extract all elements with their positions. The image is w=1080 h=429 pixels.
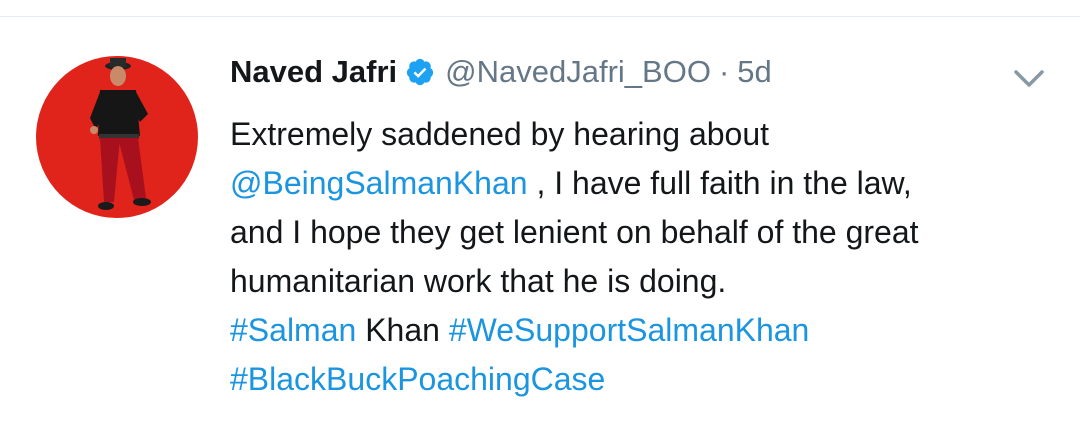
hashtag-link[interactable]: #WeSupportSalmanKhan — [449, 312, 810, 348]
tweet-line: Extremely saddened by hearing about — [230, 116, 770, 152]
tweet-line: #BlackBuckPoachingCase — [230, 355, 1060, 404]
author-handle[interactable]: @NavedJafri_BOO — [445, 54, 711, 90]
tweet-text-segment: Khan — [356, 312, 449, 348]
tweet-text: Extremely saddened by hearing about @Bei… — [230, 110, 1060, 404]
tweet-line: and I hope they get lenient on behalf of… — [230, 214, 919, 250]
hashtag-link[interactable]: #BlackBuckPoachingCase — [230, 361, 605, 397]
hashtag-link[interactable]: #Salman — [230, 312, 356, 348]
tweet-line: @BeingSalmanKhan , I have full faith in … — [230, 159, 1060, 208]
mention-link[interactable]: @BeingSalmanKhan — [230, 165, 528, 201]
tweet-header: Naved Jafri @NavedJafri_BOO · 5d — [230, 50, 772, 94]
separator-dot: · — [718, 54, 730, 89]
verified-badge-icon — [405, 57, 435, 87]
top-divider — [0, 16, 1080, 17]
tweet-text-segment: , I have full faith in the law, — [527, 165, 912, 201]
timestamp[interactable]: 5d — [737, 54, 771, 90]
author-name[interactable]: Naved Jafri — [230, 54, 397, 90]
avatar[interactable] — [36, 56, 198, 218]
avatar-figure-image — [90, 58, 151, 210]
tweet-line: humanitarian work that he is doing. — [230, 263, 727, 299]
chevron-down-icon[interactable] — [1012, 66, 1046, 90]
tweet-line: #Salman Khan #WeSupportSalmanKhan — [230, 306, 1060, 355]
